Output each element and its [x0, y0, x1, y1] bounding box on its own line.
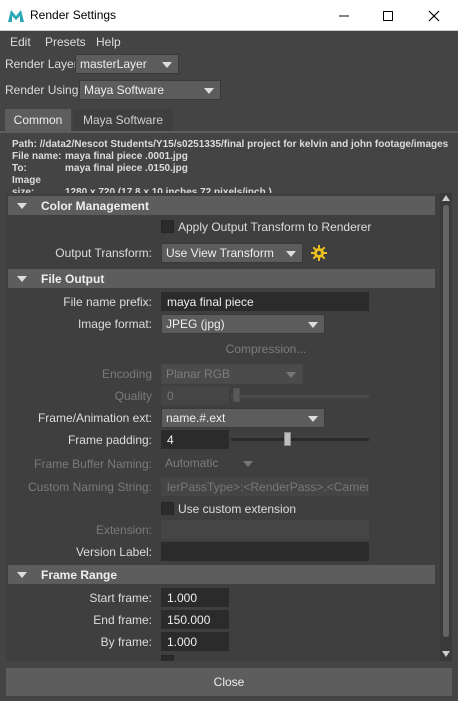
to-key: To: — [12, 163, 27, 174]
render-using-value: Maya Software — [84, 83, 165, 97]
chevron-down-icon — [286, 251, 296, 257]
custom-naming-string-label: Custom Naming String: — [27, 480, 152, 494]
frame-padding-slider-handle[interactable] — [284, 432, 291, 446]
image-format-label: Image format: — [77, 317, 152, 331]
use-custom-extension-checkbox[interactable] — [161, 502, 174, 515]
render-layer-label: Render Layer — [5, 57, 78, 71]
start-frame-label: Start frame: — [89, 591, 152, 605]
output-transform-label: Output Transform: — [55, 246, 152, 260]
frame-padding-label: Frame padding: — [67, 433, 152, 447]
minimize-button[interactable] — [322, 0, 366, 31]
scrollbar-thumb[interactable] — [443, 205, 449, 637]
version-label-input[interactable] — [161, 542, 369, 561]
path-line: Path: //data2/Nescot Students/Y15/s02513… — [12, 139, 458, 151]
close-icon — [428, 10, 440, 21]
gear-icon[interactable] — [311, 245, 327, 261]
scroll-up-icon[interactable] — [442, 195, 450, 201]
window-title: Render Settings — [30, 8, 117, 22]
by-frame-input[interactable]: 1.000 — [161, 632, 229, 651]
extension-input[interactable] — [161, 520, 369, 539]
frame-buffer-naming-dropdown[interactable]: Automatic — [161, 454, 259, 474]
tab-underline — [0, 131, 458, 133]
image-format-value: JPEG (jpg) — [166, 317, 225, 331]
quality-input[interactable]: 0 — [161, 386, 229, 405]
output-path-info: Path: //data2/Nescot Students/Y15/s02513… — [12, 139, 458, 199]
menu-edit[interactable]: Edit — [10, 35, 31, 49]
frame-buffer-naming-value: Automatic — [165, 456, 219, 470]
chevron-down-icon — [286, 372, 296, 378]
output-transform-value: Use View Transform — [166, 246, 274, 260]
image-format-dropdown[interactable]: JPEG (jpg) — [161, 314, 325, 334]
render-using-label: Render Using — [5, 83, 79, 97]
use-custom-extension-label: Use custom extension — [178, 502, 297, 516]
encoding-value: Planar RGB — [166, 367, 231, 381]
path-value: //data2/Nescot Students/Y15/s0251335/fin… — [39, 139, 449, 150]
frame-animation-ext-dropdown[interactable]: name.#.ext — [161, 408, 325, 428]
encoding-dropdown[interactable]: Planar RGB — [161, 364, 303, 384]
minimize-icon — [339, 15, 349, 16]
menu-bar: Edit Presets Help — [0, 31, 458, 53]
settings-scrollbar[interactable] — [440, 193, 452, 661]
quality-slider-handle[interactable] — [233, 388, 240, 402]
quality-slider-track[interactable] — [231, 395, 369, 398]
settings-panel[interactable]: Color Management Apply Output Transform … — [6, 193, 452, 661]
frame-animation-ext-value: name.#.ext — [166, 411, 226, 425]
output-transform-dropdown[interactable]: Use View Transform — [161, 243, 303, 263]
menu-presets[interactable]: Presets — [45, 35, 86, 49]
collapse-triangle-icon — [17, 572, 27, 578]
frame-buffer-naming-label: Frame Buffer Naming: — [34, 457, 152, 471]
render-using-dropdown[interactable]: Maya Software — [79, 80, 221, 100]
path-key: Path: — [12, 139, 37, 150]
encoding-label: Encoding — [101, 367, 152, 381]
quality-label: Quality — [114, 389, 152, 403]
render-layer-value: masterLayer — [80, 57, 147, 71]
tab-maya-software[interactable]: Maya Software — [73, 109, 173, 131]
apply-output-transform-label: Apply Output Transform to Renderer — [178, 220, 372, 234]
section-title: Frame Range — [41, 568, 118, 582]
maximize-button[interactable] — [366, 0, 410, 31]
collapse-triangle-icon — [17, 276, 27, 282]
frame-padding-slider-track[interactable] — [231, 438, 369, 441]
custom-naming-string-input[interactable]: lerPassType>:<RenderPass>.<Camera> — [161, 477, 369, 496]
start-frame-input[interactable]: 1.000 — [161, 588, 229, 607]
file-name-value: maya final piece .0001.jpg — [65, 151, 188, 162]
close-button[interactable]: Close — [6, 668, 452, 696]
end-frame-label: End frame: — [93, 613, 152, 627]
maximize-icon — [383, 10, 393, 21]
extension-label: Extension: — [95, 523, 152, 537]
chevron-down-icon — [243, 461, 253, 467]
collapse-triangle-icon — [17, 203, 27, 209]
version-label-label: Version Label: — [75, 545, 152, 559]
chevron-down-icon — [308, 322, 318, 328]
apply-output-transform-checkbox[interactable] — [161, 220, 174, 233]
section-file-output[interactable]: File Output — [8, 269, 435, 288]
frame-animation-ext-label: Frame/Animation ext: — [37, 411, 152, 425]
frame-padding-input[interactable]: 4 — [161, 430, 229, 449]
file-name-prefix-input[interactable]: maya final piece — [161, 292, 369, 311]
section-title: File Output — [41, 272, 105, 286]
section-title: Color Management — [41, 199, 150, 213]
tab-common[interactable]: Common — [5, 109, 71, 131]
end-frame-input[interactable]: 150.000 — [161, 610, 229, 629]
section-frame-range[interactable]: Frame Range — [8, 565, 435, 584]
skip-frames-checkbox[interactable] — [161, 655, 174, 661]
scroll-down-icon[interactable] — [442, 651, 450, 657]
chevron-down-icon — [162, 62, 172, 68]
compression-button[interactable]: Compression... — [196, 342, 336, 356]
chevron-down-icon — [308, 416, 318, 422]
title-bar: Render Settings — [0, 0, 458, 31]
to-value: maya final piece .0150.jpg — [65, 163, 188, 174]
chevron-down-icon — [204, 88, 214, 94]
menu-help[interactable]: Help — [96, 35, 121, 49]
maya-app-icon — [8, 10, 24, 22]
file-name-prefix-label: File name prefix: — [63, 295, 152, 309]
to-line: To: maya final piece .0150.jpg — [12, 163, 458, 175]
close-window-button[interactable] — [412, 0, 456, 31]
by-frame-label: By frame: — [100, 635, 152, 649]
section-color-management[interactable]: Color Management — [8, 196, 435, 215]
file-name-key: File name: — [12, 151, 62, 162]
render-layer-dropdown[interactable]: masterLayer — [75, 54, 179, 74]
file-name-line: File name: maya final piece .0001.jpg — [12, 151, 458, 163]
